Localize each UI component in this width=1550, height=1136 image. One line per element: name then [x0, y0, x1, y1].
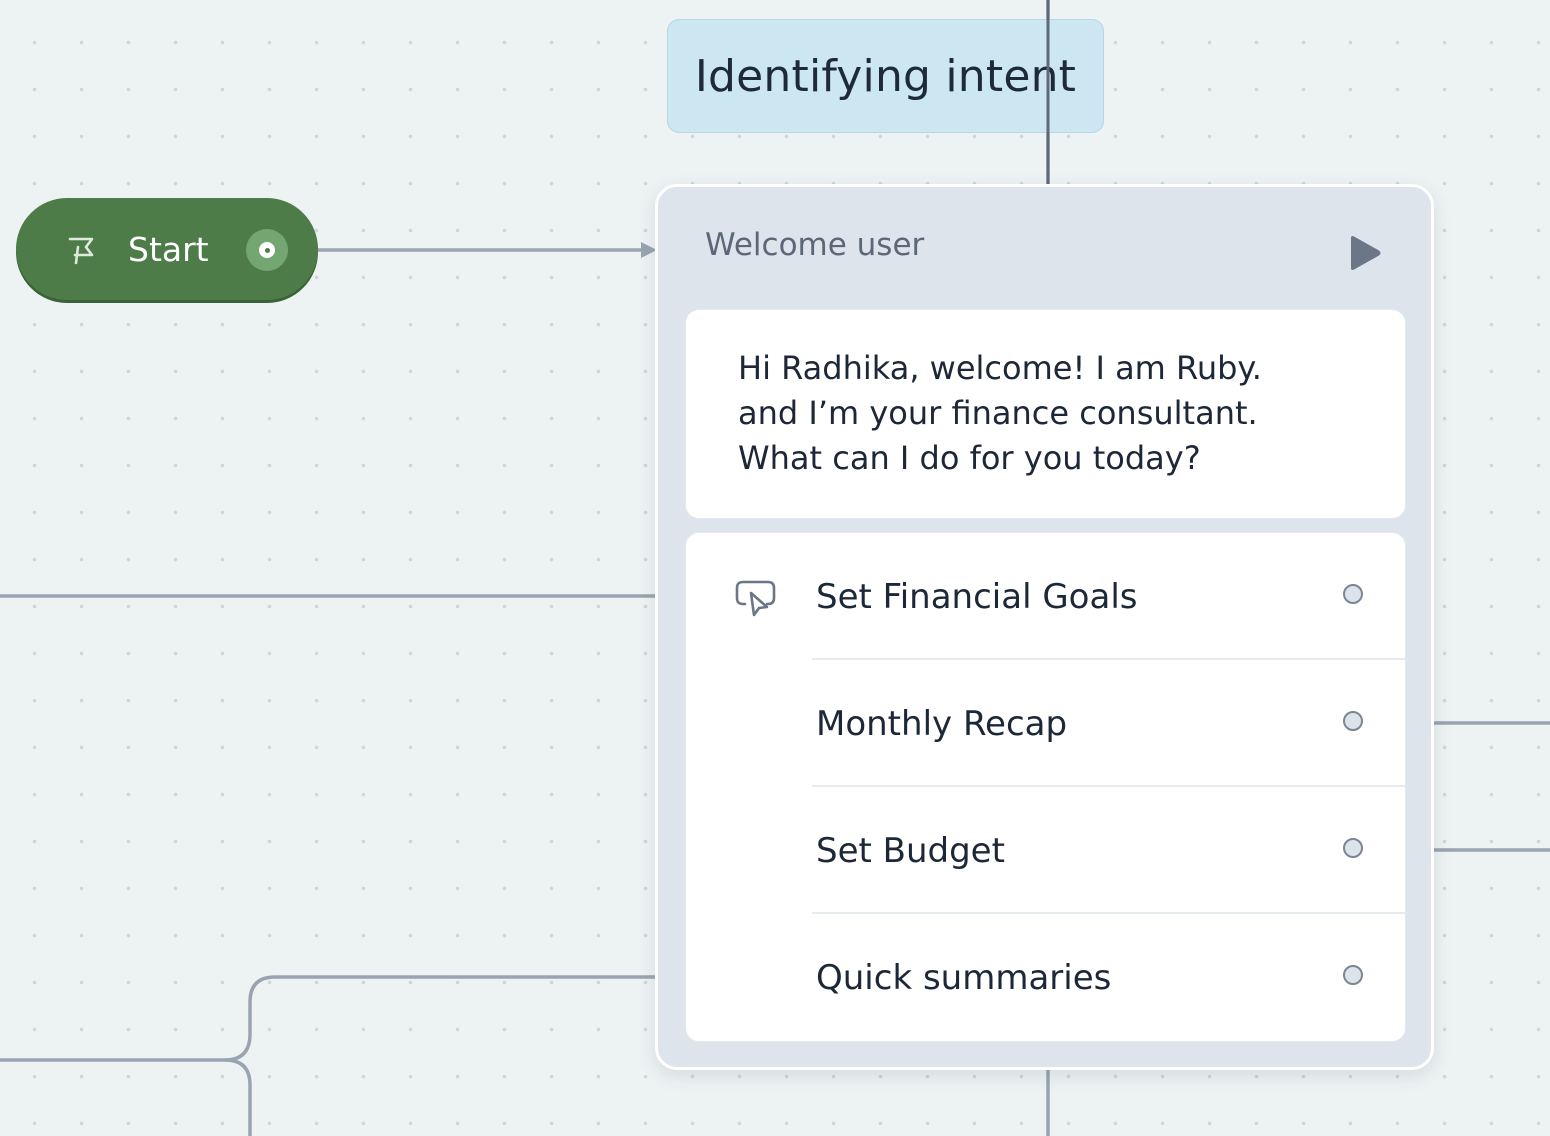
play-icon[interactable]: [1348, 235, 1382, 271]
option-monthly-recap[interactable]: Monthly Recap: [686, 660, 1405, 787]
option-output-handle[interactable]: [1343, 838, 1363, 858]
option-label: Quick summaries: [816, 957, 1112, 998]
option-set-budget[interactable]: Set Budget: [686, 787, 1405, 914]
message-bubble[interactable]: Hi Radhika, welcome! I am Ruby. and I’m …: [685, 309, 1406, 519]
option-label: Set Budget: [816, 830, 1005, 871]
connector-left-option-4: [0, 975, 684, 1062]
start-label: Start: [128, 229, 209, 269]
option-quick-summaries[interactable]: Quick summaries: [686, 914, 1405, 1041]
start-output-handle[interactable]: [246, 229, 288, 271]
option-output-handle[interactable]: [1343, 584, 1363, 604]
message-line: Hi Radhika, welcome! I am Ruby.: [738, 349, 1262, 387]
welcome-user-card[interactable]: Welcome user Hi Radhika, welcome! I am R…: [655, 184, 1434, 1070]
flag-icon: [66, 233, 98, 265]
quick-reply-options: Set Financial Goals Monthly Recap Set Bu…: [685, 532, 1406, 1042]
message-line: What can I do for you today?: [738, 439, 1201, 477]
option-label: Set Financial Goals: [816, 576, 1138, 617]
option-output-handle[interactable]: [1343, 711, 1363, 731]
card-title: Welcome user: [705, 227, 925, 263]
connector-left-branch-down: [224, 1058, 252, 1136]
message-line: and I’m your finance consultant.: [738, 394, 1258, 432]
option-label: Monthly Recap: [816, 703, 1068, 744]
option-output-handle[interactable]: [1343, 965, 1363, 985]
option-set-financial-goals[interactable]: Set Financial Goals: [686, 533, 1405, 660]
identifying-intent-label: Identifying intent: [694, 50, 1077, 102]
identifying-intent-node[interactable]: Identifying intent: [667, 19, 1104, 133]
